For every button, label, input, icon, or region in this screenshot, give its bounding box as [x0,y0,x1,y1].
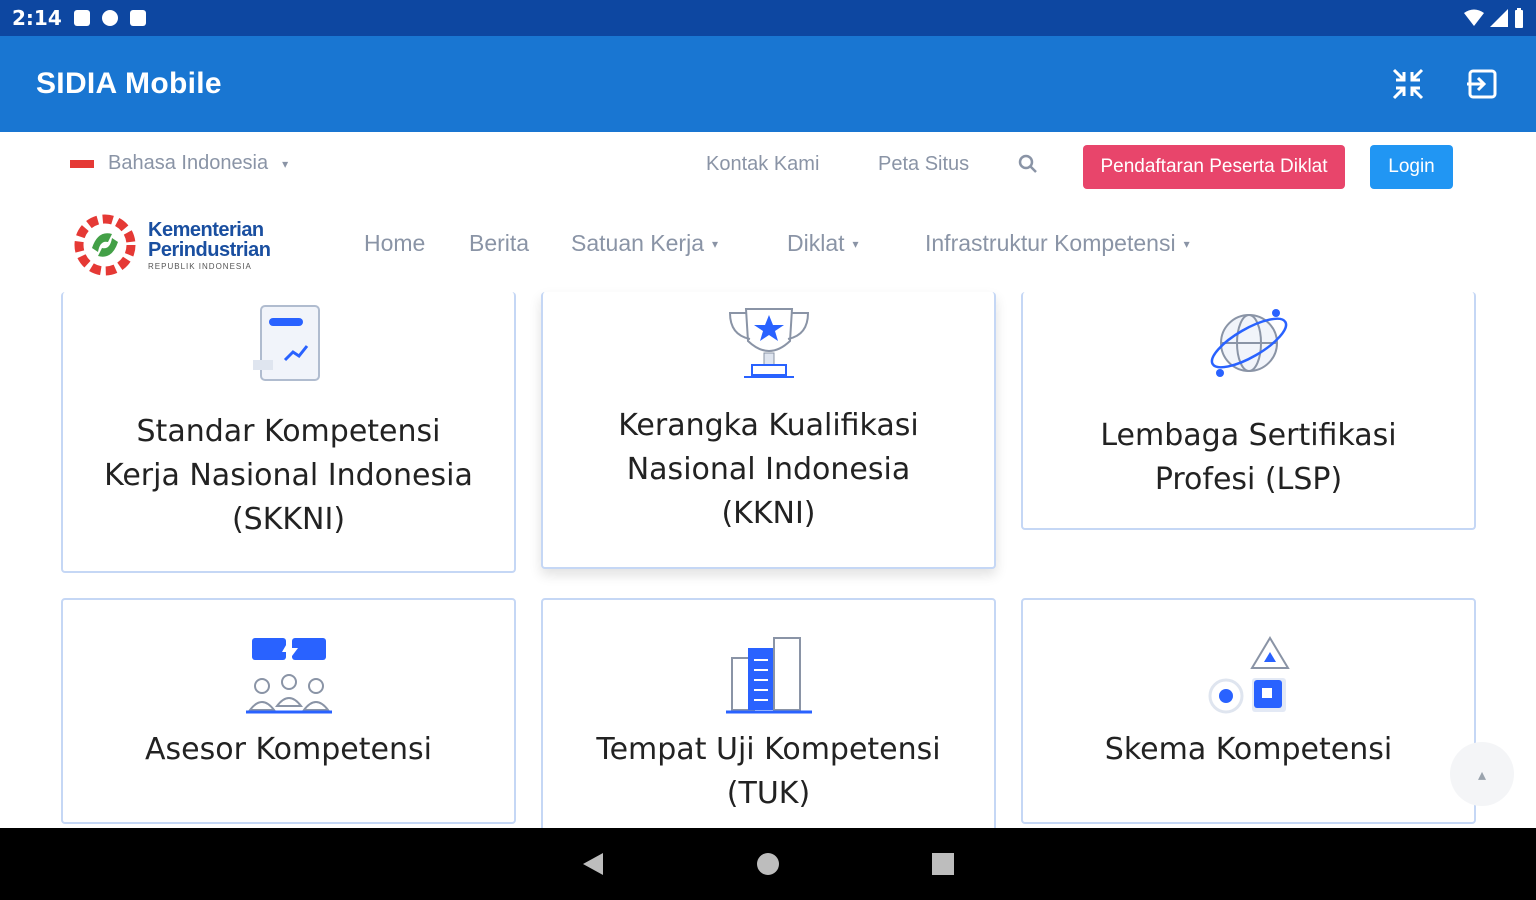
nav-berita[interactable]: Berita [469,230,529,257]
nav-diklat[interactable]: Diklat ▾ [787,230,859,257]
fullscreen-exit-icon [1392,68,1424,100]
login-button[interactable]: Login [1370,145,1453,189]
trophy-icon [719,296,819,386]
nav-infrastruktur-label: Infrastruktur Kompetensi [925,230,1176,256]
assessor-group-icon [239,632,339,722]
chevron-down-icon: ▾ [282,156,289,171]
nav-satuan-kerja-label: Satuan Kerja [571,230,704,256]
card-title: Skema Kompetensi [1104,732,1393,767]
card-skkni[interactable]: Standar Kompetensi Kerja Nasional Indone… [61,292,516,573]
contact-link[interactable]: Kontak Kami [706,153,819,176]
app-notification-icon [101,10,118,26]
logo-line2: Perindustrian [148,238,271,261]
nav-infrastruktur[interactable]: Infrastruktur Kompetensi ▾ [925,230,1190,257]
sd-card-icon [129,10,146,26]
top-bar: Bahasa Indonesia ▾ Kontak Kami Peta Situ… [0,132,1536,200]
status-bar: 2:14 [0,0,1536,36]
fullscreen-button[interactable] [1390,66,1426,102]
card-lsp[interactable]: Lembaga Sertifikasi Profesi (LSP) [1021,292,1476,530]
nav-berita-label: Berita [469,230,530,256]
ministry-logo[interactable]: Kementerian Perindustrian REPUBLIK INDON… [68,210,271,280]
nav-satuan-kerja[interactable]: Satuan Kerja ▾ [571,230,718,257]
document-chart-icon [239,298,339,388]
card-asesor[interactable]: Asesor Kompetensi [61,598,516,824]
building-icon [719,632,819,722]
notification-icon [73,10,90,26]
search-icon [1018,154,1037,173]
logo-text: Kementerian Perindustrian REPUBLIK INDON… [148,218,271,271]
status-right [1464,8,1524,28]
signal-icon [1490,9,1508,27]
shapes-icon [1199,632,1299,722]
card-title: Lembaga Sertifikasi Profesi (LSP) [1100,418,1397,497]
app-actions [1390,66,1500,102]
nav-home-label: Home [364,230,426,256]
nav-home[interactable]: Home [364,230,425,257]
home-icon[interactable] [755,851,781,877]
system-nav-bar [0,828,1536,900]
exit-button[interactable] [1464,66,1500,102]
language-label: Bahasa Indonesia [108,152,269,174]
logo-line1: Kementerian [148,218,264,241]
card-skema[interactable]: Skema Kompetensi [1021,598,1476,824]
recents-icon[interactable] [931,852,955,876]
chevron-down-icon: ▾ [1183,236,1190,251]
logo-line3: REPUBLIK INDONESIA [148,261,252,271]
app-title: SIDIA Mobile [36,67,222,100]
status-time: 2:14 [12,6,62,30]
card-title: Kerangka Kualifikasi Nasional Indonesia … [618,408,919,531]
back-icon[interactable] [581,851,605,877]
gear-logo-icon [74,214,136,276]
status-left: 2:14 [12,6,146,30]
language-selector[interactable]: Bahasa Indonesia ▾ [70,152,288,175]
nav-diklat-label: Diklat [787,230,845,256]
card-kkni[interactable]: Kerangka Kualifikasi Nasional Indonesia … [541,292,996,569]
sitemap-link[interactable]: Peta Situs [878,153,969,176]
flag-icon [70,159,94,168]
card-title: Tempat Uji Kompetensi (TUK) [596,732,941,811]
card-title: Standar Kompetensi Kerja Nasional Indone… [104,414,473,537]
chevron-down-icon: ▾ [711,236,719,251]
search-button[interactable] [1018,154,1038,178]
wifi-icon [1464,9,1484,26]
card-tuk[interactable]: Tempat Uji Kompetensi (TUK) [541,598,996,838]
battery-icon [1515,8,1523,28]
app-bar: SIDIA Mobile [0,36,1536,132]
chevron-up-icon: ▴ [1477,764,1487,784]
chevron-down-icon: ▾ [852,236,859,251]
scroll-top-button[interactable]: ▴ [1450,742,1514,806]
card-title: Asesor Kompetensi [145,732,432,767]
globe-icon [1199,298,1299,388]
main-nav: Kementerian Perindustrian REPUBLIK INDON… [0,200,1536,296]
register-button[interactable]: Pendaftaran Peserta Diklat [1083,145,1345,189]
exit-icon [1467,69,1497,99]
